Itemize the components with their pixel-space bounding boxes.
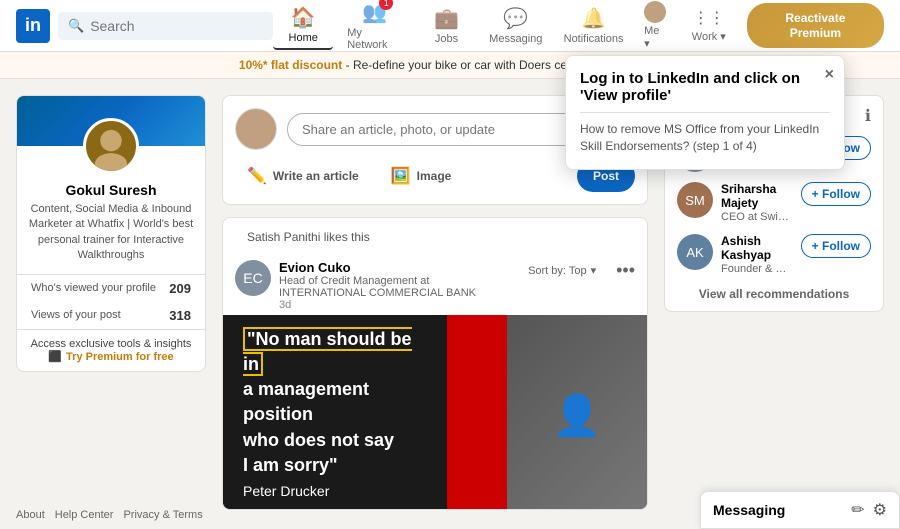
me-label: Me ▾ (644, 25, 667, 50)
post-views-stat[interactable]: Views of your post 318 (17, 302, 205, 329)
left-sidebar: Gokul Suresh Content, Social Media & Inb… (16, 95, 206, 510)
red-block (447, 315, 507, 510)
likes-intro: Satish Panithi likes this (235, 228, 382, 246)
post-views-count: 318 (169, 308, 191, 323)
compose-icon[interactable]: ✏ (851, 500, 864, 520)
follow-button-1[interactable]: + Follow (801, 182, 871, 206)
info-icon[interactable]: ℹ (865, 106, 871, 126)
nav-jobs[interactable]: 💼 Jobs (416, 2, 476, 49)
poster-title: Head of Credit Management at INTERNATION… (279, 275, 508, 299)
post-meta-row: EC Evion Cuko Head of Credit Management … (223, 252, 647, 315)
post-image-content: "No man should be in a management positi… (223, 315, 647, 510)
network-badge: 1 (379, 0, 393, 10)
notifications-icon: 🔔 (581, 6, 606, 31)
settings-icon[interactable]: ⚙ (873, 500, 887, 520)
profile-avatar-wrap (17, 118, 205, 174)
nav-notifications[interactable]: 🔔 Notifications (555, 2, 632, 49)
nav-messaging[interactable]: 💬 Messaging (480, 2, 551, 49)
nav-home[interactable]: 🏠 Home (273, 1, 333, 50)
reco-avatar-2: AK (677, 234, 713, 270)
person-image: 👤 (507, 315, 647, 510)
footer-privacy[interactable]: Privacy & Terms (123, 509, 202, 521)
popup-box: Log in to LinkedIn and click on 'View pr… (565, 55, 845, 170)
home-icon: 🏠 (291, 5, 316, 30)
reco-desc-1: CEO at Swiggy, hiring entrepreneurial mi… (721, 210, 793, 224)
messaging-bar: Messaging ✏ ⚙ (700, 491, 900, 529)
messaging-icons: ✏ ⚙ (851, 500, 887, 520)
premium-link[interactable]: Try Premium for free (66, 351, 174, 363)
nav-work[interactable]: ⋮⋮ Work ▾ (679, 4, 739, 47)
avatar[interactable] (83, 118, 139, 174)
follow-button-2[interactable]: + Follow (801, 234, 871, 258)
profile-card: Gokul Suresh Content, Social Media & Inb… (16, 95, 206, 372)
post-more-button[interactable]: ••• (616, 260, 635, 281)
reco-item-2: AK Ashish Kashyap Founder & CEO, ibibo G… (677, 234, 871, 276)
quote-text: "No man should be in a management positi… (243, 327, 427, 503)
search-input[interactable] (90, 18, 260, 34)
reco-avatar-1: SM (677, 182, 713, 218)
poster-name[interactable]: Evion Cuko (279, 260, 508, 275)
messaging-label[interactable]: Messaging (713, 502, 785, 518)
profile-views-stat[interactable]: Who's viewed your profile 209 (17, 275, 205, 302)
chevron-down-icon: ▾ (591, 264, 597, 277)
nav-me[interactable]: Me ▾ (636, 0, 675, 54)
reactivate-button[interactable]: Reactivate Premium (747, 3, 884, 48)
image-icon: 🖼️ (391, 166, 411, 186)
promo-highlight: 10%* flat discount (239, 58, 342, 72)
linkedin-logo[interactable]: in (16, 9, 50, 43)
jobs-icon: 💼 (434, 6, 459, 31)
views-label: Who's viewed your profile (31, 282, 156, 294)
network-icon: 👥 1 (362, 0, 387, 25)
popup-title: Log in to LinkedIn and click on 'View pr… (580, 70, 830, 104)
quote-section: "No man should be in a management positi… (223, 315, 447, 510)
popup-subtitle: How to remove MS Office from your Linked… (580, 112, 830, 155)
messaging-icon: 💬 (503, 6, 528, 31)
profile-tagline: Content, Social Media & Inbound Marketer… (17, 198, 205, 274)
image-button[interactable]: 🖼️ Image (379, 160, 464, 192)
nav-icons: 🏠 Home 👥 1 My Network 💼 Jobs 💬 Messaging… (273, 0, 884, 55)
person-placeholder: 👤 (507, 315, 647, 510)
top-navigation: in 🔍 🏠 Home 👥 1 My Network 💼 Jobs 💬 Mess… (0, 0, 900, 52)
reco-name-2[interactable]: Ashish Kashyap (721, 234, 793, 262)
sort-selector[interactable]: Sort by: Top ▾ (516, 260, 608, 281)
search-bar[interactable]: 🔍 (58, 12, 273, 40)
quote-author: Peter Drucker (243, 483, 329, 499)
me-avatar (644, 1, 666, 23)
footer-help[interactable]: Help Center (55, 509, 114, 521)
post-card: Satish Panithi likes this EC Evion Cuko … (222, 217, 648, 510)
post-time: 3d (279, 299, 508, 311)
poster-avatar: EC (235, 260, 271, 296)
work-icon: ⋮⋮ (693, 8, 725, 28)
post-header: Satish Panithi likes this (223, 218, 647, 252)
premium-text: Access exclusive tools & insights (29, 338, 193, 350)
post-image: "No man should be in a management positi… (223, 315, 647, 510)
quote-highlight: "No man should be in (243, 327, 412, 376)
view-all-link[interactable]: View all recommendations (677, 287, 871, 301)
footer-about[interactable]: About (16, 509, 45, 521)
nav-network[interactable]: 👥 1 My Network (337, 0, 412, 55)
write-article-button[interactable]: ✏️ Write an article (235, 160, 371, 192)
quote-body: a management positionwho does not sayI a… (243, 379, 394, 475)
premium-section: Access exclusive tools & insights ⬛Try P… (17, 329, 205, 371)
footer-links: About Help Center Privacy & Terms (16, 501, 203, 529)
reco-info-2: Ashish Kashyap Founder & CEO, ibibo Grou… (721, 234, 793, 276)
reco-info-1: Sriharsha Majety CEO at Swiggy, hiring e… (721, 182, 793, 224)
profile-name[interactable]: Gokul Suresh (17, 182, 205, 198)
reco-name-1[interactable]: Sriharsha Majety (721, 182, 793, 210)
popup-close-button[interactable]: × (825, 66, 834, 84)
poster-info: Evion Cuko Head of Credit Management at … (279, 260, 508, 311)
reco-item-1: SM Sriharsha Majety CEO at Swiggy, hirin… (677, 182, 871, 224)
write-icon: ✏️ (247, 166, 267, 186)
share-avatar (235, 108, 277, 150)
post-views-label: Views of your post (31, 309, 121, 321)
search-icon: 🔍 (68, 18, 84, 34)
reco-desc-2: Founder & CEO, ibibo Group (Goibibo.com,… (721, 262, 793, 276)
sort-label: Sort by: Top (528, 265, 587, 277)
views-count: 209 (169, 281, 191, 296)
